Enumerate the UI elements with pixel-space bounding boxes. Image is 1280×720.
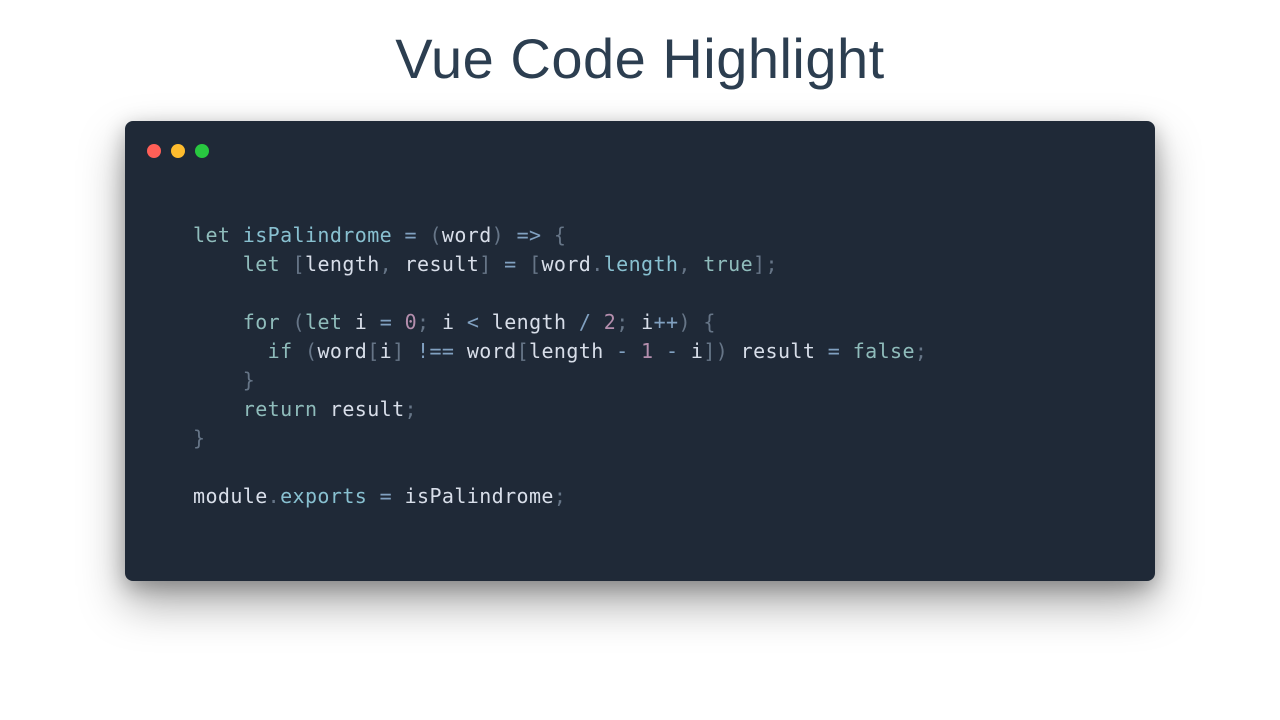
token-id: length xyxy=(492,310,567,334)
token-num: 2 xyxy=(604,310,616,334)
page-title: Vue Code Highlight xyxy=(395,26,884,91)
token-kw: for xyxy=(243,310,280,334)
token-id: result xyxy=(330,397,405,421)
window-titlebar xyxy=(125,121,1155,173)
token-id: word xyxy=(467,339,517,363)
token-punc: ) xyxy=(678,310,690,334)
token-punc: [ xyxy=(517,339,529,363)
token-op: !== xyxy=(417,339,454,363)
token-punc: ( xyxy=(429,223,441,247)
token-bool: true xyxy=(703,252,753,276)
token-punc: ; xyxy=(417,310,429,334)
token-prop: exports xyxy=(280,484,367,508)
token-op: = xyxy=(504,252,516,276)
minimize-icon[interactable] xyxy=(171,144,185,158)
token-id: word xyxy=(317,339,367,363)
token-op: = xyxy=(380,484,392,508)
token-op: / xyxy=(579,310,591,334)
token-kw: if xyxy=(268,339,293,363)
token-punc: ; xyxy=(915,339,927,363)
token-num: 0 xyxy=(405,310,417,334)
token-num: 1 xyxy=(641,339,653,363)
token-punc: ( xyxy=(305,339,317,363)
token-punc: . xyxy=(268,484,280,508)
close-icon[interactable] xyxy=(147,144,161,158)
code-block: let isPalindrome = (word) => { let [leng… xyxy=(125,173,1155,511)
token-punc: ] xyxy=(703,339,715,363)
token-op: = xyxy=(380,310,392,334)
token-op: = xyxy=(405,223,417,247)
token-punc: { xyxy=(554,223,566,247)
token-op: ++ xyxy=(654,310,679,334)
token-punc: ) xyxy=(492,223,504,247)
token-prop: length xyxy=(604,252,679,276)
token-punc: ; xyxy=(405,397,417,421)
token-param: word xyxy=(442,223,492,247)
token-kw: let xyxy=(243,252,280,276)
token-punc: , xyxy=(380,252,392,276)
token-punc: ] xyxy=(479,252,491,276)
page-root: Vue Code Highlight let isPalindrome = (w… xyxy=(0,0,1280,581)
token-punc: ; xyxy=(765,252,777,276)
token-id: length xyxy=(529,339,604,363)
token-punc: ] xyxy=(392,339,404,363)
token-punc: ] xyxy=(753,252,765,276)
token-id: i xyxy=(380,339,392,363)
token-id: i xyxy=(691,339,703,363)
token-bool: false xyxy=(853,339,915,363)
token-kw: let xyxy=(193,223,230,247)
token-op: < xyxy=(467,310,479,334)
token-fn: isPalindrome xyxy=(243,223,392,247)
token-punc: [ xyxy=(367,339,379,363)
token-id: i xyxy=(442,310,454,334)
code-editor-window: let isPalindrome = (word) => { let [leng… xyxy=(125,121,1155,581)
token-op: - xyxy=(666,339,678,363)
token-op: = xyxy=(828,339,840,363)
token-id: i xyxy=(355,310,367,334)
zoom-icon[interactable] xyxy=(195,144,209,158)
token-kw: let xyxy=(305,310,342,334)
token-punc: ) xyxy=(716,339,728,363)
token-punc: ( xyxy=(293,310,305,334)
token-id: i xyxy=(641,310,653,334)
token-punc: { xyxy=(703,310,715,334)
token-punc: } xyxy=(243,368,255,392)
token-op: => xyxy=(517,223,542,247)
token-punc: . xyxy=(591,252,603,276)
token-id: result xyxy=(741,339,816,363)
token-id: length xyxy=(305,252,380,276)
token-id: result xyxy=(405,252,480,276)
token-id: word xyxy=(541,252,591,276)
token-punc: ; xyxy=(554,484,566,508)
token-op: - xyxy=(616,339,628,363)
token-punc: } xyxy=(193,426,205,450)
token-kw: return xyxy=(243,397,318,421)
token-punc: [ xyxy=(293,252,305,276)
token-punc: [ xyxy=(529,252,541,276)
token-punc: , xyxy=(678,252,690,276)
token-id: module xyxy=(193,484,268,508)
token-punc: ; xyxy=(616,310,628,334)
token-id: isPalindrome xyxy=(405,484,554,508)
